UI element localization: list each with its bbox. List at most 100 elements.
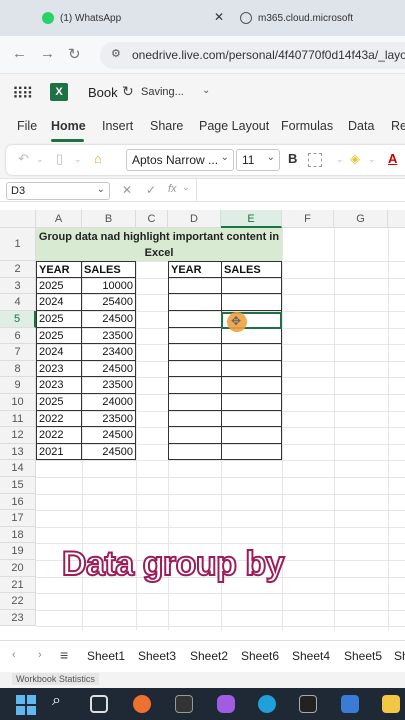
chevron-down-icon[interactable]: ⌄ xyxy=(368,154,376,165)
row-header[interactable]: 6 xyxy=(0,327,36,345)
cell-empty-sales[interactable] xyxy=(221,393,282,411)
select-all-corner[interactable] xyxy=(0,210,36,228)
row-header[interactable]: 18 xyxy=(0,526,36,544)
row-header[interactable]: 7 xyxy=(0,344,36,361)
row-header[interactable]: 13 xyxy=(0,443,36,461)
function-icon[interactable]: fx xyxy=(168,183,177,195)
column-header-e[interactable]: E xyxy=(221,210,282,228)
cell-year[interactable]: 2021 xyxy=(36,442,82,461)
row-header[interactable]: 5 xyxy=(0,311,36,328)
firefox-icon[interactable] xyxy=(133,695,151,713)
tab-home[interactable]: Home xyxy=(51,119,86,133)
tab-formulas[interactable]: Formulas xyxy=(281,119,333,133)
font-size-select[interactable]: 11 ⌄ xyxy=(236,149,280,171)
paste-icon[interactable]: ▯ xyxy=(56,151,63,167)
undo-icon[interactable]: ↶ xyxy=(18,151,29,167)
chevron-down-icon[interactable]: ⌄ xyxy=(182,182,190,193)
cell-empty-year[interactable] xyxy=(168,376,222,394)
cell-year[interactable]: 2024 xyxy=(36,343,82,361)
row-header[interactable]: 23 xyxy=(0,609,36,627)
cell-year[interactable]: 2023 xyxy=(36,376,82,394)
font-color-icon[interactable]: A xyxy=(388,151,397,166)
chevron-right-icon[interactable]: › xyxy=(38,649,42,661)
sheet-tab-sheet1[interactable]: Sheet1 xyxy=(87,649,125,663)
back-icon[interactable]: ← xyxy=(12,45,27,62)
url-field[interactable]: ⚙ onedrive.live.com/personal/4f40770f0d1… xyxy=(100,42,405,69)
row-header[interactable]: 11 xyxy=(0,410,36,428)
cancel-icon[interactable]: ✕ xyxy=(122,183,132,197)
tab-share[interactable]: Share xyxy=(150,119,183,133)
cell-year[interactable]: 2022 xyxy=(36,409,82,428)
reload-icon[interactable]: ↻ xyxy=(68,45,81,63)
cell-empty-sales[interactable] xyxy=(221,409,282,428)
cell-year[interactable]: 2023 xyxy=(36,359,82,378)
tab-page-layout[interactable]: Page Layout xyxy=(199,119,269,133)
row-header[interactable]: 17 xyxy=(0,510,36,527)
bold-icon[interactable]: B xyxy=(288,151,297,166)
search-icon[interactable]: ⌕ xyxy=(52,692,70,710)
font-name-select[interactable]: Aptos Narrow ... ⌄ xyxy=(126,149,234,171)
capture-app-icon[interactable] xyxy=(175,695,193,713)
cell-empty-sales[interactable] xyxy=(221,343,282,361)
cell-year[interactable]: 2024 xyxy=(36,293,82,311)
chevron-left-icon[interactable]: ‹ xyxy=(12,649,16,661)
forward-icon[interactable]: → xyxy=(40,45,55,62)
cell-sales[interactable]: 25400 xyxy=(81,293,136,311)
chevron-down-icon[interactable]: ⌄ xyxy=(202,85,210,96)
sheet-tab-partial[interactable]: Sh xyxy=(394,649,405,663)
row-header[interactable]: 21 xyxy=(0,576,36,594)
column-header-d[interactable]: D xyxy=(168,210,221,228)
cell-empty-year[interactable] xyxy=(168,409,222,428)
row-header[interactable]: 1 xyxy=(0,228,36,262)
sheet-tab-sheet5[interactable]: Sheet5 xyxy=(344,649,382,663)
sheet-tab-sheet6[interactable]: Sheet6 xyxy=(241,649,279,663)
row-header[interactable]: 2 xyxy=(0,261,36,278)
cell-empty-year[interactable] xyxy=(168,310,222,328)
task-view-icon[interactable] xyxy=(90,695,108,713)
row-header[interactable]: 15 xyxy=(0,477,36,494)
title-cell[interactable]: Group data nad highlight important conte… xyxy=(36,228,282,261)
cell-empty-year[interactable] xyxy=(168,343,222,361)
store-icon[interactable] xyxy=(341,695,359,713)
cell-sales[interactable]: 23400 xyxy=(81,343,136,361)
cell-sales[interactable]: 24500 xyxy=(81,426,136,444)
cell-empty-sales[interactable] xyxy=(221,442,282,461)
row-header[interactable]: 4 xyxy=(0,294,36,311)
formula-input[interactable] xyxy=(196,179,405,201)
row-header[interactable]: 22 xyxy=(0,593,36,610)
edge-icon[interactable] xyxy=(258,695,276,713)
terminal-icon[interactable] xyxy=(299,695,317,713)
all-sheets-icon[interactable]: ≡ xyxy=(60,647,68,663)
row-header[interactable]: 16 xyxy=(0,493,36,511)
tab-data[interactable]: Data xyxy=(348,119,374,133)
tab-whatsapp[interactable]: (1) WhatsApp ✕ xyxy=(34,4,234,32)
name-box[interactable]: D3 ⌄ xyxy=(6,182,110,200)
row-header[interactable]: 8 xyxy=(0,360,36,378)
cell-sales[interactable]: 24500 xyxy=(81,442,136,461)
workbook-statistics[interactable]: Workbook Statistics xyxy=(12,673,99,685)
windows-start-icon[interactable] xyxy=(16,695,36,715)
cell-sales[interactable]: 10000 xyxy=(81,276,136,295)
cell-year[interactable]: 2025 xyxy=(36,276,82,295)
folder-icon[interactable] xyxy=(382,695,400,713)
borders-icon[interactable] xyxy=(308,153,322,167)
app-launcher-icon[interactable]: ⠿⠿ xyxy=(12,84,33,104)
cell-empty-sales[interactable] xyxy=(221,293,282,311)
cell-year[interactable]: 2022 xyxy=(36,426,82,444)
row-header[interactable]: 3 xyxy=(0,277,36,295)
cell-empty-year[interactable] xyxy=(168,442,222,461)
cell-empty-year[interactable] xyxy=(168,426,222,444)
cell-sales[interactable]: 23500 xyxy=(81,409,136,428)
cell-empty-sales[interactable] xyxy=(221,359,282,378)
tab-m365[interactable]: m365.cloud.microsoft xyxy=(232,4,405,32)
copilot-icon[interactable] xyxy=(217,695,235,713)
row-header[interactable]: 14 xyxy=(0,460,36,477)
site-info-icon[interactable]: ⚙ xyxy=(111,47,121,60)
file-name[interactable]: Book xyxy=(88,85,118,100)
tab-file[interactable]: File xyxy=(17,119,37,133)
column-header-a[interactable]: A xyxy=(36,210,82,228)
close-icon[interactable]: ✕ xyxy=(214,10,224,24)
column-header-h[interactable] xyxy=(388,210,405,228)
cell-sales[interactable]: 24500 xyxy=(81,359,136,378)
column-header-b[interactable]: B xyxy=(82,210,136,228)
